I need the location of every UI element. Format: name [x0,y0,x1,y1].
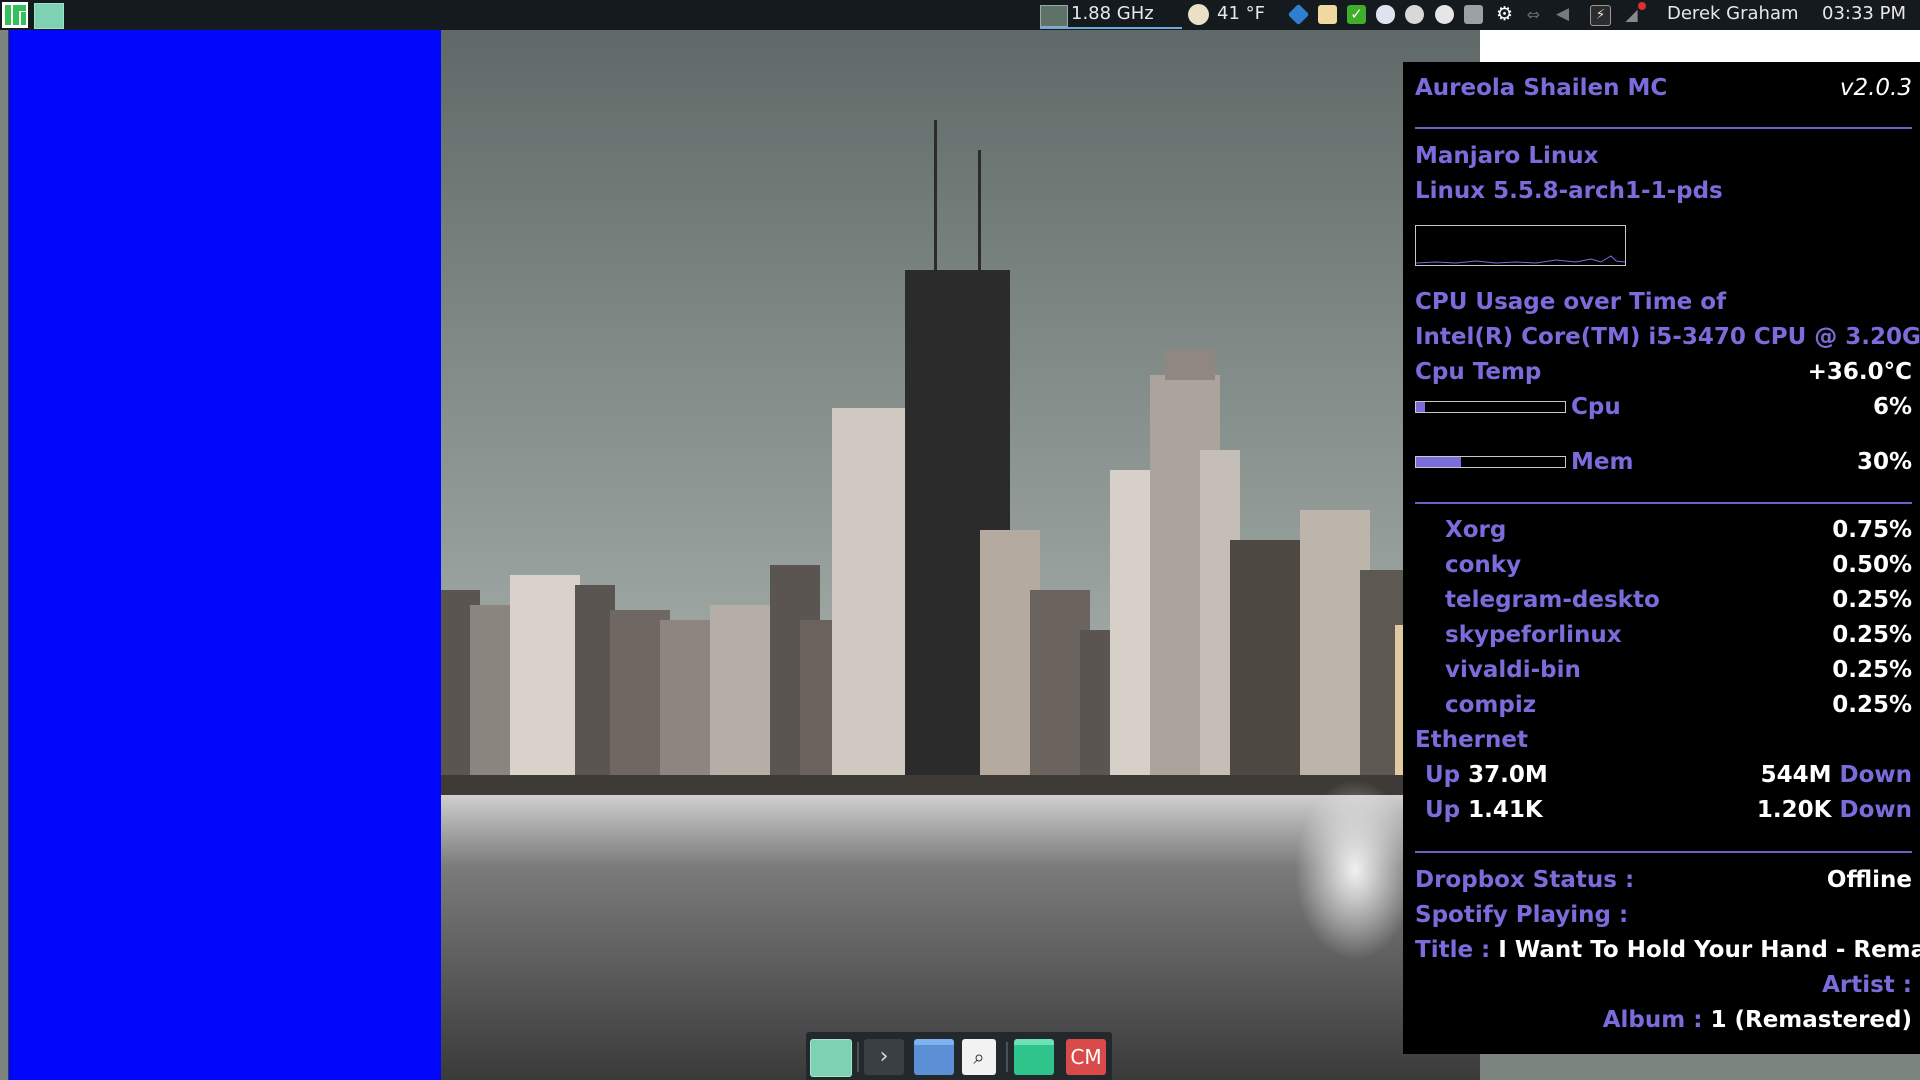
user-name[interactable]: Derek Graham [1667,0,1799,30]
power-icon[interactable]: ⚡ [1590,5,1611,26]
process-value: 0.75% [1832,517,1912,543]
process-value: 0.50% [1832,552,1912,578]
process-value: 0.25% [1832,692,1912,718]
album-name: 1 (Remastered) [1710,1007,1912,1033]
moon-weather-icon[interactable] [1188,4,1209,25]
dropbox-label: Dropbox Status : [1415,867,1635,893]
up-value: 37.0M [1468,762,1548,788]
process-name: conky [1445,552,1522,578]
conky-version: v2.0.3 [1839,75,1912,101]
up-label: Up [1425,762,1461,788]
terminal-icon[interactable]: › [864,1039,904,1075]
notification-dot-icon [1638,2,1646,10]
conky-widget: Aureola Shailen MC v2.0.3 Manjaro Linux … [1403,62,1920,1054]
cpu-freq-icon [1040,5,1068,27]
artist-label: Artist : [1822,972,1912,998]
track-title-label: Title : [1415,937,1491,963]
network-icon[interactable] [1464,5,1483,24]
track-title: I Want To Hold Your Hand - Remaste [1498,937,1920,963]
desktop-icon[interactable] [810,1039,852,1077]
down-value: 1.20K [1756,797,1832,823]
dock: › ⌕ CM [806,1032,1112,1080]
process-name: telegram-deskto [1445,587,1660,613]
cpu-bar-fill [1416,402,1425,412]
clock[interactable]: 03:33 PM [1822,0,1906,30]
cm-app-icon[interactable]: CM [1066,1039,1106,1075]
process-value: 0.25% [1832,587,1912,613]
arrows-icon[interactable]: ⇔ [1524,5,1543,24]
discord-icon[interactable] [1376,5,1395,24]
mem-percent: 30% [1856,449,1912,475]
cm-app-label: CM [1070,1045,1102,1069]
cpu-usage-title: CPU Usage over Time of [1415,289,1727,315]
blue-window[interactable] [8,30,441,1080]
dropbox-icon[interactable] [1287,3,1310,26]
file-manager-icon[interactable] [914,1039,954,1075]
temperature-text[interactable]: 41 °F [1217,0,1265,30]
cpu-percent: 6% [1872,394,1912,420]
manjaro-logo-icon[interactable] [2,2,28,28]
cpu-graph-line [1416,255,1625,264]
kernel-version: Linux 5.5.8-arch1-1-pds [1415,178,1723,204]
check-icon[interactable]: ✓ [1347,5,1366,24]
cpu-label: Cpu [1571,394,1621,420]
album-label: Album : [1602,1007,1703,1033]
up-value: 1.41K [1468,797,1543,823]
desktop: Aureola Shailen MC v2.0.3 Manjaro Linux … [0,30,1920,1080]
process-value: 0.25% [1832,657,1912,683]
process-value: 0.25% [1832,622,1912,648]
cpu-temp-label: Cpu Temp [1415,359,1542,385]
up-label: Up [1425,797,1461,823]
cpu-temp-value: +36.0°C [1807,359,1912,385]
notes-icon[interactable] [1318,5,1337,24]
settings-icon[interactable]: ⚙ [1495,5,1514,24]
divider [1415,502,1912,504]
mem-bar-fill [1416,457,1461,467]
process-name: skypeforlinux [1445,622,1622,648]
divider [1415,851,1912,853]
down-label: Down [1839,762,1912,788]
mem-bar [1415,456,1566,468]
cpu-graph [1415,225,1626,266]
dropbox-status: Offline [1826,867,1912,893]
mem-label: Mem [1571,449,1634,475]
process-name: vivaldi-bin [1445,657,1581,683]
show-desktop-icon[interactable] [34,3,64,29]
ethernet-label: Ethernet [1415,727,1528,753]
volume-icon[interactable]: ◀ [1553,5,1572,24]
keyboard-icon[interactable] [1435,5,1454,24]
cpu-model: Intel(R) Core(TM) i5-3470 CPU @ 3.20GHz [1415,324,1920,350]
down-value: 544M [1760,762,1832,788]
conky-title: Aureola Shailen MC [1415,75,1668,101]
distro-name: Manjaro Linux [1415,143,1599,169]
search-icon[interactable]: ⌕ [962,1039,996,1075]
top-panel: 1.88 GHz 41 °F ✓ ⚙ ⇔ ◀ ⚡ ◢ Derek Graham … [0,0,1920,30]
folder-icon[interactable] [1014,1039,1054,1075]
white-window-strip [1480,30,1920,62]
steam-icon[interactable] [1405,5,1424,24]
cpu-bar [1415,401,1566,413]
cpu-freq-underline [1040,27,1182,29]
divider [1415,127,1912,129]
dock-separator [857,1042,859,1072]
dock-separator [1006,1042,1008,1072]
process-name: Xorg [1445,517,1507,543]
down-label: Down [1839,797,1912,823]
process-name: compiz [1445,692,1537,718]
spotify-label: Spotify Playing : [1415,902,1629,928]
cpu-freq-text[interactable]: 1.88 GHz [1071,0,1154,30]
